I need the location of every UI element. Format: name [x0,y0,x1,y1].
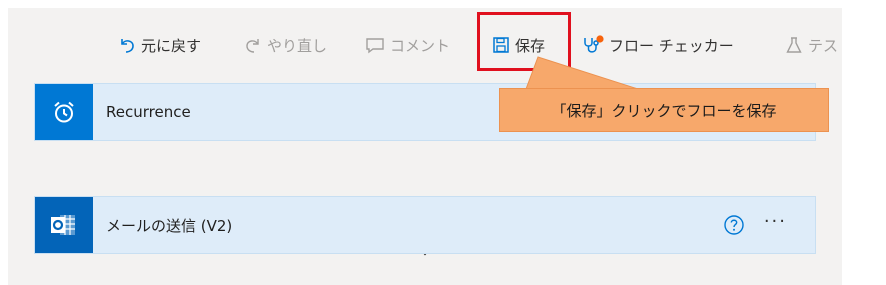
send-mail-title: メールの送信 (V2) [106,216,233,235]
recurrence-title: Recurrence [106,103,191,121]
checker-badge [596,35,604,43]
stethoscope-icon [584,35,604,53]
redo-icon [246,39,259,53]
flow-checker-button[interactable]: フロー チェッカー [582,34,734,56]
undo-label: 元に戻す [141,36,202,55]
undo-icon [121,39,134,53]
command-bar: 元に戻す やり直し コメント 保存 フロー チェッカー テス [8,8,842,62]
comment-label: コメント [390,36,451,55]
undo-button[interactable]: 元に戻す [118,34,201,56]
comment-button[interactable]: コメント [365,34,450,56]
redo-button[interactable]: やり直し [244,34,327,56]
flask-icon [786,37,802,53]
test-label: テス [808,36,839,55]
recurrence-icon-box [35,84,93,140]
outlook-icon [51,215,75,235]
alarm-clock-icon [54,101,74,123]
flow-checker-label: フロー チェッカー [609,36,734,55]
save-callout: 「保存」クリックでフローを保存 [499,88,829,132]
test-button[interactable]: テス [785,34,838,56]
send-mail-card[interactable]: メールの送信 (V2) ··· [34,196,816,254]
help-icon[interactable] [723,214,745,236]
redo-label: やり直し [267,36,328,55]
comment-icon [366,38,384,54]
more-options-button[interactable]: ··· [764,211,787,232]
outlook-icon-box [35,197,93,253]
